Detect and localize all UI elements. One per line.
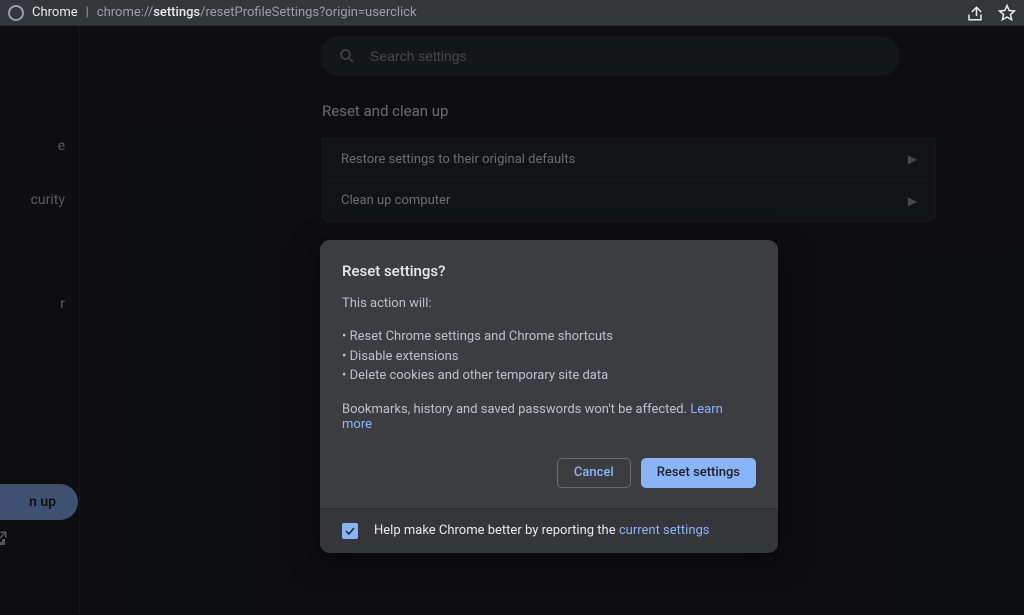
reset-settings-button[interactable]: Reset settings (641, 458, 756, 488)
cancel-button[interactable]: Cancel (557, 458, 631, 488)
checkbox-label-text: Help make Chrome better by reporting the (374, 523, 619, 538)
dialog-note: Bookmarks, history and saved passwords w… (342, 402, 756, 432)
check-icon (344, 525, 356, 537)
checkbox-label: Help make Chrome better by reporting the… (374, 523, 710, 538)
current-settings-link[interactable]: current settings (619, 523, 710, 538)
reset-button-label: Reset settings (657, 465, 740, 480)
dialog-intro: This action will: (342, 296, 756, 311)
dialog-layer: Reset settings? This action will: • Rese… (0, 0, 1024, 615)
bullet: • Reset Chrome settings and Chrome short… (342, 327, 756, 347)
cancel-button-label: Cancel (574, 465, 614, 480)
bullet: • Delete cookies and other temporary sit… (342, 366, 756, 386)
bullet: • Disable extensions (342, 347, 756, 367)
dialog-footer: Help make Chrome better by reporting the… (320, 508, 778, 553)
note-text: Bookmarks, history and saved passwords w… (342, 402, 690, 417)
dialog-bullets: • Reset Chrome settings and Chrome short… (342, 327, 756, 386)
reset-settings-dialog: Reset settings? This action will: • Rese… (320, 240, 778, 553)
report-checkbox[interactable] (342, 523, 358, 539)
dialog-title: Reset settings? (342, 262, 756, 280)
